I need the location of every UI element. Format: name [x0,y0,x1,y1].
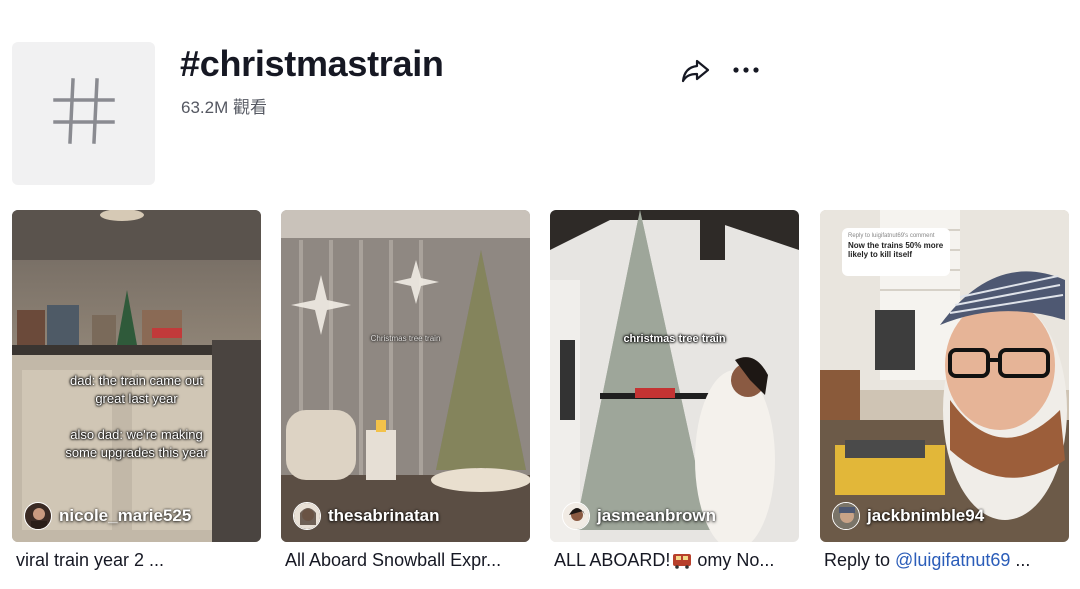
video-thumbnail[interactable]: Reply to luigifatnut69's comment Now the… [820,210,1069,542]
mention-link[interactable]: @luigifatnut69 [895,550,1010,570]
video-author[interactable]: jasmeanbrown [562,502,716,530]
share-button[interactable] [680,56,712,84]
train-emoji [672,551,692,569]
video-thumbnail[interactable]: Christmas tree train thesabrinatan [281,210,530,542]
video-caption[interactable]: viral train year 2 ... [12,550,261,571]
page-title: #christmastrain [180,43,444,84]
share-icon [680,59,712,88]
video-author[interactable]: jackbnimble94 [832,502,984,530]
author-username: jackbnimble94 [867,506,985,525]
video-thumbnail[interactable]: christmas tree train jasmeanbrown [550,210,799,542]
avatar [832,502,860,530]
video-author[interactable]: thesabrinatan [293,502,439,530]
video-author[interactable]: nicole_marie525 [24,502,191,530]
video-thumbnail[interactable]: dad: the train came out great last year … [12,210,261,542]
more-icon [730,67,762,88]
more-options-button[interactable] [730,56,762,84]
author-username: thesabrinatan [328,506,440,525]
hashtag-tile [12,42,155,185]
video-grid: dad: the train came out great last year … [12,210,1072,580]
video-card[interactable]: Reply to luigifatnut69's comment Now the… [820,210,1069,571]
avatar [562,502,590,530]
video-overlay-text: dad: the train came out great last year … [65,373,208,460]
video-caption[interactable]: ALL ABOARD! omy No... [550,550,799,571]
reply-comment-bubble: Reply to luigifatnut69's comment Now the… [842,228,950,276]
avatar [293,502,321,530]
video-card[interactable]: Christmas tree train thesabrinatan All A… [281,210,530,571]
author-username: jasmeanbrown [597,506,717,525]
video-card[interactable]: christmas tree train jasmeanbrown ALL AB… [550,210,799,571]
hashtag-icon [52,76,115,151]
video-thumbnail-image [281,210,530,542]
video-card[interactable]: dad: the train came out great last year … [12,210,261,571]
video-thumbnail-image [550,210,799,542]
video-overlay-text: christmas tree train [623,333,726,345]
author-username: nicole_marie525 [59,506,192,525]
video-caption[interactable]: All Aboard Snowball Expr... [281,550,530,571]
view-count: 63.2M 觀看 [181,98,267,117]
avatar [24,502,52,530]
video-overlay-text: Christmas tree train [370,334,441,343]
hashtag-page: #christmastrain 63.2M 觀看 dad: the train … [0,0,1080,589]
video-caption[interactable]: Reply to @luigifatnut69 ... [820,550,1069,571]
